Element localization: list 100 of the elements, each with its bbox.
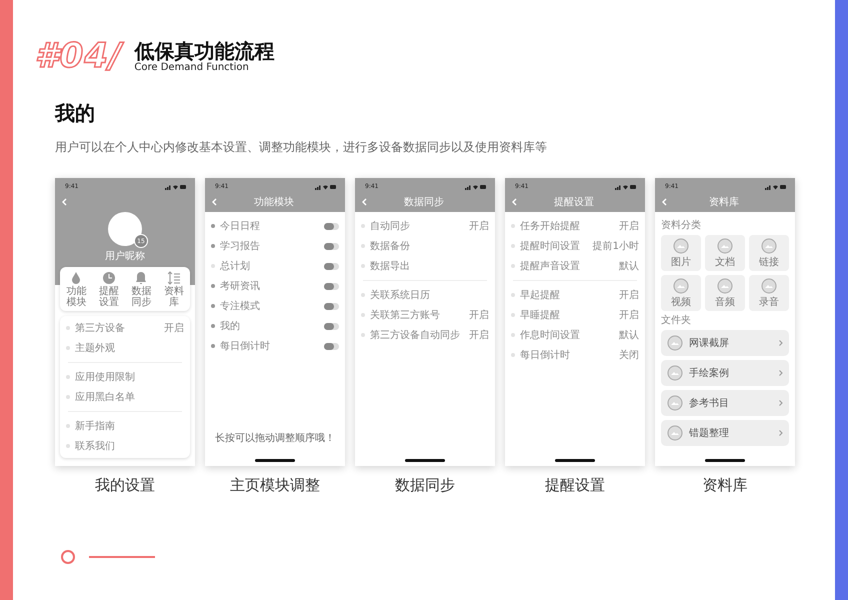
setting-label[interactable]: 提醒声音设置 [520, 259, 614, 273]
home-indicator [405, 459, 445, 462]
shortcut-label[interactable]: 资料库 [164, 287, 184, 308]
shortcut-label[interactable]: 功能模块 [66, 287, 86, 308]
folder-card[interactable]: 参考书目 [661, 390, 789, 416]
status-icons [315, 184, 337, 190]
image-icon [673, 238, 689, 254]
shortcut-label[interactable]: 数据同步 [131, 287, 152, 308]
home-indicator [555, 459, 595, 462]
back-icon[interactable] [511, 198, 517, 206]
setting-label[interactable]: 新手指南 [75, 419, 184, 433]
module-label: 考研资讯 [220, 280, 261, 293]
folder-title: 手绘案例 [689, 366, 730, 380]
setting-value: 开启 [619, 308, 639, 322]
setting-label[interactable]: 关联系统日历 [370, 288, 489, 302]
folder-title: 错题整理 [689, 427, 730, 440]
setting-value: 关闭 [619, 348, 639, 362]
image-icon [673, 278, 689, 294]
setting-label[interactable]: 主题外观 [75, 341, 184, 355]
setting-value: 默认 [619, 329, 639, 342]
module-label: 总计划 [220, 260, 251, 273]
back-icon[interactable] [61, 198, 67, 206]
image-icon [761, 238, 777, 254]
back-icon[interactable] [661, 198, 667, 206]
category-tile[interactable]: 音频 [705, 275, 745, 311]
setting-label[interactable]: 应用使用限制 [75, 370, 184, 384]
category-label: 图片 [671, 256, 691, 268]
back-icon[interactable] [211, 198, 217, 206]
chevron-icon [779, 370, 783, 376]
module-label: 学习报告 [220, 240, 261, 253]
setting-label[interactable]: 数据导出 [370, 259, 489, 273]
category-tile[interactable]: 视频 [661, 275, 701, 311]
module-label: 今日日程 [220, 220, 261, 233]
module-label: 专注模式 [220, 300, 261, 313]
screen-title: 资料库 [708, 196, 740, 209]
toggle-switch[interactable] [324, 282, 339, 290]
toggle-switch[interactable] [324, 222, 339, 230]
setting-label[interactable]: 作息时间设置 [520, 328, 614, 342]
folder-title: 网课截屏 [689, 336, 730, 350]
clock-icon [102, 271, 116, 285]
home-indicator [255, 459, 295, 462]
screen-title: 数据同步 [403, 196, 445, 209]
section-title: 我的 [55, 100, 96, 127]
folder-card[interactable]: 网课截屏 [661, 330, 789, 356]
image-icon [717, 278, 733, 294]
setting-label[interactable]: 关联第三方账号 [370, 308, 464, 322]
home-indicator [705, 459, 745, 462]
image-icon [667, 395, 683, 411]
status-icons [465, 184, 487, 190]
setting-label[interactable]: 任务开始提醒 [520, 219, 614, 233]
status-icons [615, 184, 637, 190]
image-icon [761, 278, 777, 294]
toggle-switch[interactable] [324, 302, 339, 310]
setting-label[interactable]: 早睡提醒 [520, 308, 614, 322]
chevron-icon [779, 400, 783, 406]
setting-label[interactable]: 每日倒计时 [520, 348, 614, 362]
category-label: 文档 [715, 256, 735, 268]
category-tile[interactable]: 图片 [661, 235, 701, 271]
category-label: 音频 [715, 296, 735, 308]
folder-card[interactable]: 错题整理 [661, 420, 789, 446]
setting-value: 默认 [619, 260, 639, 273]
toggle-switch[interactable] [324, 342, 339, 350]
toggle-switch[interactable] [324, 242, 339, 250]
screen-title: 功能模块 [253, 196, 295, 209]
category-tile[interactable]: 录音 [749, 275, 789, 311]
module-label: 我的 [220, 320, 241, 333]
image-icon [667, 335, 683, 351]
setting-label[interactable]: 应用黑白名单 [75, 390, 184, 404]
bell-icon [135, 271, 148, 285]
screen-caption: 我的设置 [95, 476, 155, 495]
page-subtitle: Core Demand Function [134, 62, 250, 72]
folder-card[interactable]: 手绘案例 [661, 360, 789, 386]
section-heading: 文件夹 [661, 314, 692, 327]
toggle-switch[interactable] [324, 262, 339, 270]
back-icon[interactable] [361, 198, 367, 206]
category-label: 链接 [759, 256, 779, 268]
setting-label[interactable]: 第三方设备自动同步 [370, 328, 464, 342]
toggle-switch[interactable] [324, 322, 339, 330]
category-tile[interactable]: 文档 [705, 235, 745, 271]
setting-label[interactable]: 数据备份 [370, 239, 489, 253]
setting-label[interactable]: 第三方设备 [75, 321, 159, 335]
category-tile[interactable]: 链接 [749, 235, 789, 271]
chevron-icon [779, 430, 783, 436]
setting-label[interactable]: 联系我们 [75, 439, 184, 453]
page-title: 低保真功能流程 [134, 40, 274, 62]
section-description: 用户可以在个人中心内修改基本设置、调整功能模块，进行多设备数据同步以及使用资料库等 [55, 139, 548, 156]
setting-value: 开启 [619, 288, 639, 302]
image-icon [717, 238, 733, 254]
status-icons [165, 184, 187, 190]
setting-label[interactable]: 早起提醒 [520, 288, 614, 302]
setting-label[interactable]: 提醒时间设置 [520, 239, 588, 253]
section-number: #04/ [35, 36, 122, 76]
category-label: 视频 [671, 296, 691, 308]
section-heading: 资料分类 [661, 218, 702, 232]
setting-label[interactable]: 自动同步 [370, 219, 464, 233]
setting-value: 开启 [619, 220, 639, 233]
setting-value: 开启 [469, 308, 489, 322]
shortcut-label[interactable]: 提醒设置 [98, 287, 119, 308]
setting-value: 开启 [164, 322, 184, 335]
accent-line [89, 556, 155, 558]
